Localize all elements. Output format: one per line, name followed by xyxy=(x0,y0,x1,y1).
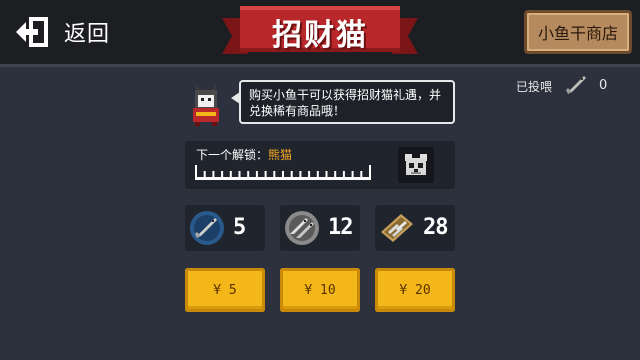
progress-tick xyxy=(264,171,267,179)
unlock-progress-bar xyxy=(195,165,371,180)
next-unlock-target: 熊猫 xyxy=(268,148,293,162)
buy-button-small[interactable]: ¥ 5 xyxy=(185,268,265,312)
progress-tick xyxy=(369,165,371,180)
panda-icon xyxy=(405,154,427,175)
panel-divider xyxy=(0,64,640,67)
fed-count: 0 xyxy=(599,78,608,93)
progress-tick xyxy=(203,171,206,179)
progress-tick xyxy=(316,171,319,179)
progress-tick xyxy=(334,171,337,179)
progress-tick xyxy=(325,171,328,179)
page-title: 招财猫 xyxy=(272,18,368,53)
pack-count: 5 xyxy=(233,215,246,240)
progress-tick xyxy=(238,171,241,179)
fish-pack-medium: 12 xyxy=(280,205,360,251)
panda-icon-frame xyxy=(398,147,434,183)
progress-tick xyxy=(255,171,258,179)
speech-bubble: 购买小鱼干可以获得招财猫礼遇，并兑换稀有商品哦！ xyxy=(239,80,455,124)
fish-icon xyxy=(566,76,586,94)
next-unlock-panel: 下一个解锁：熊猫 xyxy=(185,141,455,189)
progress-tick xyxy=(195,165,197,180)
next-unlock-label: 下一个解锁：熊猫 xyxy=(196,146,292,163)
progress-tick xyxy=(299,171,302,179)
lucky-cat-icon xyxy=(193,84,219,126)
progress-tick xyxy=(308,171,311,179)
progress-tick xyxy=(247,171,250,179)
progress-tick xyxy=(212,171,215,179)
fish-pack-small: 5 xyxy=(185,205,265,251)
back-button[interactable]: 返回 xyxy=(16,12,126,52)
progress-tick xyxy=(273,171,276,179)
progress-tick xyxy=(342,171,345,179)
progress-tick xyxy=(221,171,224,179)
pack-count: 28 xyxy=(423,215,448,240)
single-fish-icon xyxy=(190,211,224,245)
progress-tick xyxy=(290,171,293,179)
next-unlock-prefix: 下一个解锁： xyxy=(196,148,269,162)
fish-pack-large: 28 xyxy=(375,205,455,251)
progress-tick xyxy=(229,171,232,179)
back-label: 返回 xyxy=(64,22,111,47)
fish-pair-icon xyxy=(285,211,319,245)
buy-button-medium[interactable]: ¥ 10 xyxy=(280,268,360,312)
fed-label: 已投喂 xyxy=(516,80,553,94)
exit-icon xyxy=(16,17,48,47)
fish-shop-button[interactable]: 小鱼干商店 xyxy=(524,10,632,54)
progress-tick xyxy=(360,171,363,179)
fish-crate-icon xyxy=(381,214,413,242)
progress-tick xyxy=(351,171,354,179)
pack-count: 12 xyxy=(328,215,353,240)
top-bar: 返回 招财猫 小鱼干商店 xyxy=(0,0,640,64)
buy-button-large[interactable]: ¥ 20 xyxy=(375,268,455,312)
progress-tick xyxy=(282,171,284,179)
title-banner: 招财猫 xyxy=(222,4,418,60)
